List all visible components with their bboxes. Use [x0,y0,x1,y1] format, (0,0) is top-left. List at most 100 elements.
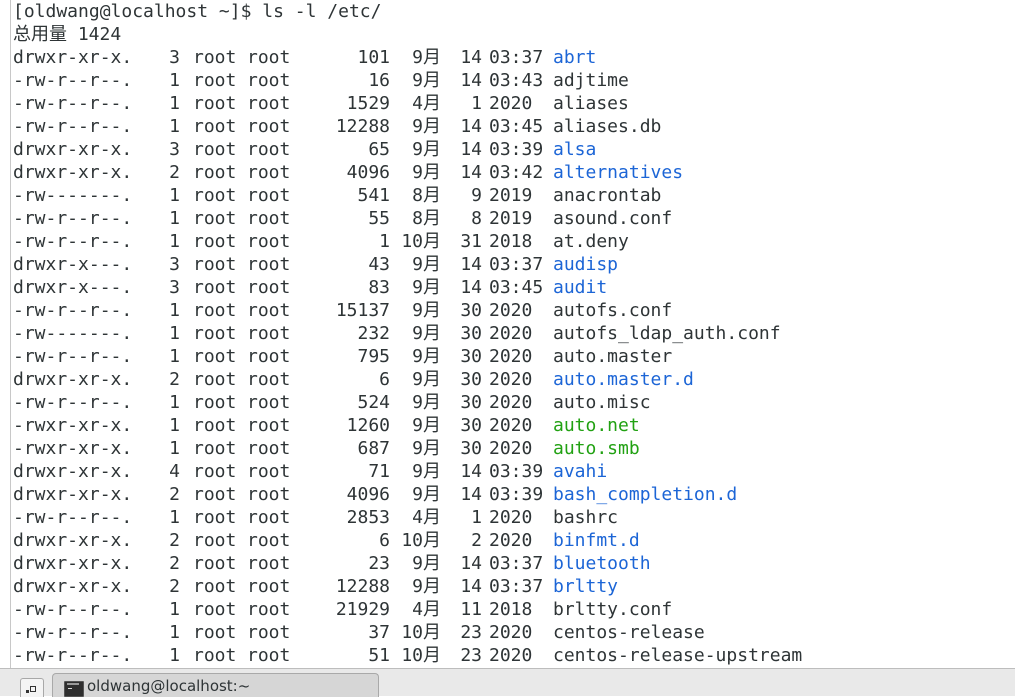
total-line: 总用量 1424 [13,23,121,46]
entry-month: 10月 [401,622,441,643]
entry-time: 03:42 [489,162,544,183]
entry-month: 9月 [412,300,441,321]
entry-links: 2 [169,576,180,597]
entry-month: 9月 [412,254,441,275]
taskbar: oldwang@localhost:~ [0,668,1015,697]
entry-perm: drwxr-xr-x. [13,530,133,551]
entry-user: root [193,392,237,413]
entry-links: 1 [169,346,180,367]
entry-day: 30 [460,369,482,390]
entry-group: root [247,254,291,275]
entry-links: 1 [169,208,180,229]
entry-month: 9月 [412,346,441,367]
entry-user: root [193,139,237,160]
entry-name: anacrontab [553,185,662,206]
entry-user: root [193,438,237,459]
entry-links: 1 [169,507,180,528]
entry-user: root [193,599,237,620]
entry-perm: -rw-r--r--. [13,208,133,229]
entry-group: root [247,346,291,367]
entry-name: auto.master [553,346,673,367]
entry-user: root [193,530,237,551]
entry-group: root [247,47,291,68]
entry-size: 12288 [335,576,390,597]
entry-name: bash_completion.d [553,484,738,505]
entry-group: root [247,208,291,229]
entry-user: root [193,231,237,252]
entry-month: 10月 [401,530,441,551]
command-prompt: [oldwang@localhost ~]$ ls -l /etc/ [13,1,382,22]
entry-month: 9月 [412,162,441,183]
entry-time: 03:39 [489,484,544,505]
entry-links: 1 [169,622,180,643]
entry-day: 2 [471,530,482,551]
entry-day: 14 [460,47,482,68]
entry-perm: drwxr-xr-x. [13,576,133,597]
entry-day: 30 [460,346,482,367]
entry-group: root [247,599,291,620]
entry-month: 9月 [412,139,441,160]
entry-links: 3 [169,277,180,298]
entry-links: 3 [169,47,180,68]
entry-time: 2020 [489,93,533,114]
entry-day: 11 [460,599,482,620]
entry-month: 9月 [412,323,441,344]
entry-user: root [193,300,237,321]
entry-time: 03:37 [489,254,544,275]
entry-user: root [193,70,237,91]
entry-size: 101 [357,47,390,68]
entry-day: 1 [471,93,482,114]
entry-time: 2020 [489,622,533,643]
entry-month: 10月 [401,645,441,666]
entry-group: root [247,438,291,459]
taskbar-window-button[interactable]: oldwang@localhost:~ [52,673,379,697]
command-prompt-line: [oldwang@localhost ~]$ ls -l /etc/ [13,0,381,23]
entry-perm: drwxr-x---. [13,254,133,275]
entry-time: 2018 [489,599,533,620]
entry-perm: drwxr-xr-x. [13,484,133,505]
entry-links: 2 [169,162,180,183]
entry-name: asound.conf [553,208,673,229]
terminal-window[interactable]: [oldwang@localhost ~]$ ls -l /etc/ 总用量 1… [0,0,1015,668]
entry-day: 8 [471,208,482,229]
entry-links: 3 [169,254,180,275]
total-size: 总用量 1424 [13,24,122,45]
entry-links: 4 [169,461,180,482]
entry-day: 14 [460,461,482,482]
entry-size: 16 [368,70,390,91]
entry-size: 83 [368,277,390,298]
entry-links: 1 [169,392,180,413]
entry-size: 1260 [346,415,390,436]
entry-group: root [247,622,291,643]
entry-time: 03:37 [489,576,544,597]
entry-month: 4月 [412,507,441,528]
entry-size: 524 [357,392,390,413]
entry-day: 14 [460,277,482,298]
entry-day: 23 [460,645,482,666]
entry-user: root [193,208,237,229]
entry-size: 43 [368,254,390,275]
entry-month: 9月 [412,369,441,390]
entry-month: 9月 [412,277,441,298]
show-desktop-icon[interactable] [20,678,44,697]
entry-perm: -rw-r--r--. [13,645,133,666]
entry-size: 541 [357,185,390,206]
entry-user: root [193,47,237,68]
entry-month: 9月 [412,461,441,482]
entry-group: root [247,369,291,390]
entry-size: 15137 [335,300,390,321]
entry-links: 1 [169,599,180,620]
entry-day: 23 [460,622,482,643]
entry-month: 9月 [412,484,441,505]
entry-perm: -rw-------. [13,185,133,206]
entry-name: autofs_ldap_auth.conf [553,323,781,344]
entry-group: root [247,231,291,252]
entry-day: 14 [460,116,482,137]
entry-time: 03:45 [489,277,544,298]
entry-day: 14 [460,576,482,597]
entry-group: root [247,323,291,344]
entry-perm: -rw-r--r--. [13,392,133,413]
entry-name: bashrc [553,507,619,528]
entry-name: auto.misc [553,392,651,413]
entry-name: alternatives [553,162,684,183]
